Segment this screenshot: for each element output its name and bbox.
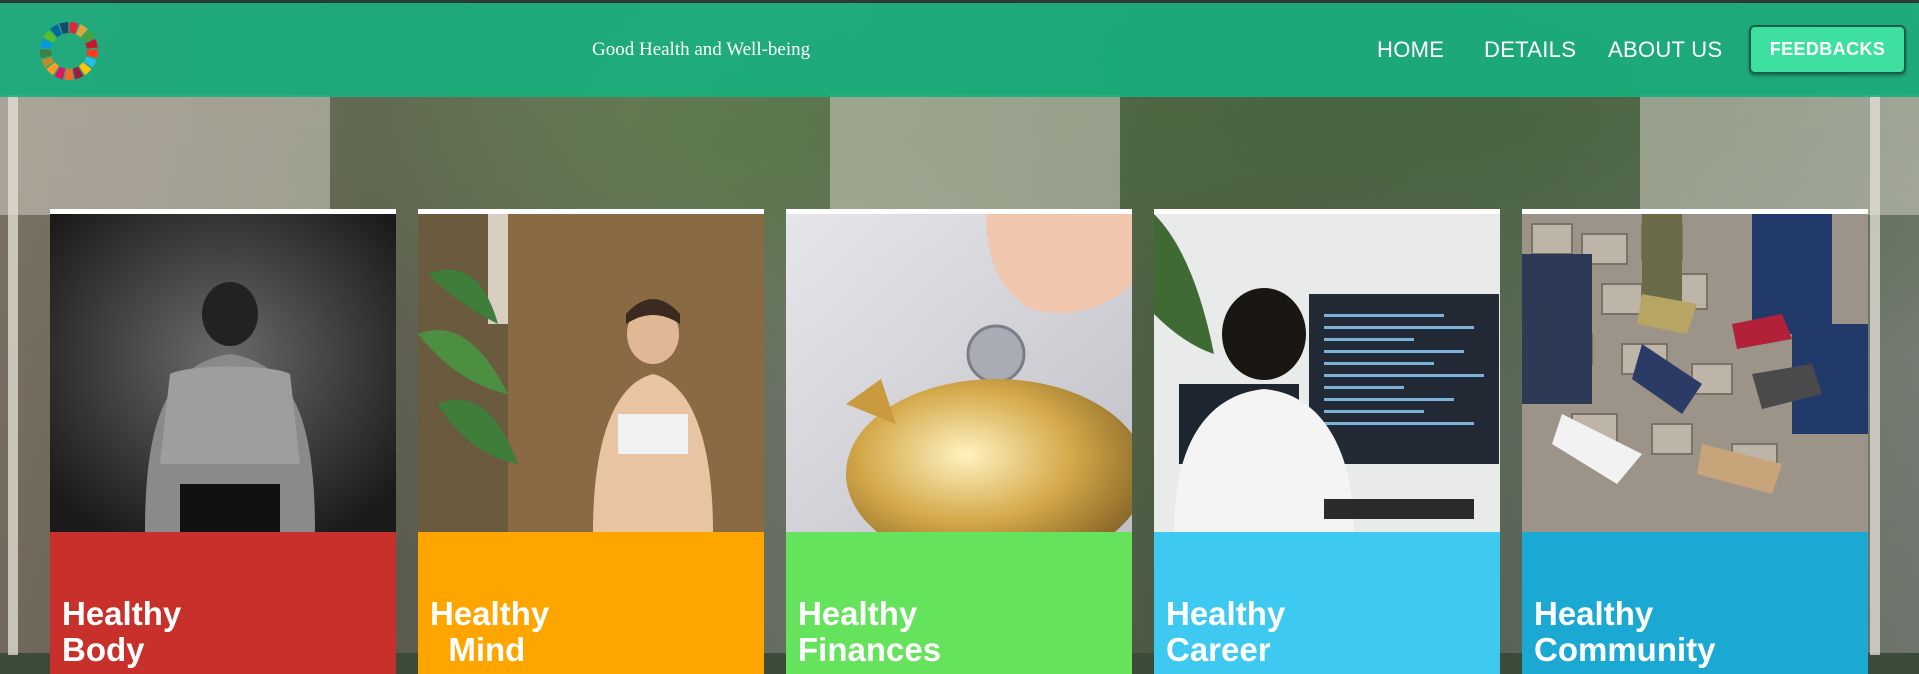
card-healthy-body[interactable]: Healthy Body <box>50 209 396 674</box>
navbar: Good Health and Well-being HOME DETAILS … <box>0 3 1919 97</box>
card-title: Healthy Mind <box>430 596 549 668</box>
card-title-line2: Mind <box>430 631 526 668</box>
card-title: Healthy Body <box>62 596 181 668</box>
logo-wheel-segment <box>40 49 52 59</box>
card-healthy-finances[interactable]: Healthy Finances <box>786 209 1132 674</box>
bg-pole <box>8 95 18 655</box>
card-title-line2: Finances <box>798 631 942 668</box>
bg-building <box>830 95 1120 215</box>
woman-meditating-photo <box>418 214 764 532</box>
card-title-line1: Healthy <box>1166 595 1286 632</box>
card-title-line1: Healthy <box>430 595 550 632</box>
feedbacks-button[interactable]: FEEDBACKS <box>1749 25 1906 74</box>
site-brand[interactable]: Good Health and Well-being <box>592 39 810 61</box>
card-title: Healthy Career <box>1166 596 1285 668</box>
bg-pole <box>1870 95 1880 655</box>
logo-wheel-segment <box>64 68 74 80</box>
nav-details[interactable]: DETAILS <box>1484 37 1576 63</box>
card-title-line1: Healthy <box>1534 595 1654 632</box>
card-title: Healthy Finances <box>798 596 941 668</box>
card-healthy-community[interactable]: Healthy Community <box>1522 209 1868 674</box>
card-title: Healthy Community <box>1534 596 1716 668</box>
piggy-bank-coin-photo <box>786 214 1132 532</box>
card-title-line2: Community <box>1534 631 1716 668</box>
man-coding-at-computer-photo <box>1154 214 1500 532</box>
card-title-line1: Healthy <box>62 595 182 632</box>
nav-home[interactable]: HOME <box>1377 37 1444 63</box>
card-healthy-career[interactable]: Healthy Career <box>1154 209 1500 674</box>
card-title-line1: Healthy <box>798 595 918 632</box>
card-title-line2: Body <box>62 631 145 668</box>
sdg-wheel-logo-icon[interactable] <box>38 20 100 82</box>
group-feet-circle-photo <box>1522 214 1868 532</box>
card-title-line2: Career <box>1166 631 1271 668</box>
shirtless-man-back-photo <box>50 214 396 532</box>
bg-building <box>0 95 330 215</box>
nav-about-us[interactable]: ABOUT US <box>1608 37 1722 63</box>
card-healthy-mind[interactable]: Healthy Mind <box>418 209 764 674</box>
logo-wheel-segment <box>86 49 98 59</box>
